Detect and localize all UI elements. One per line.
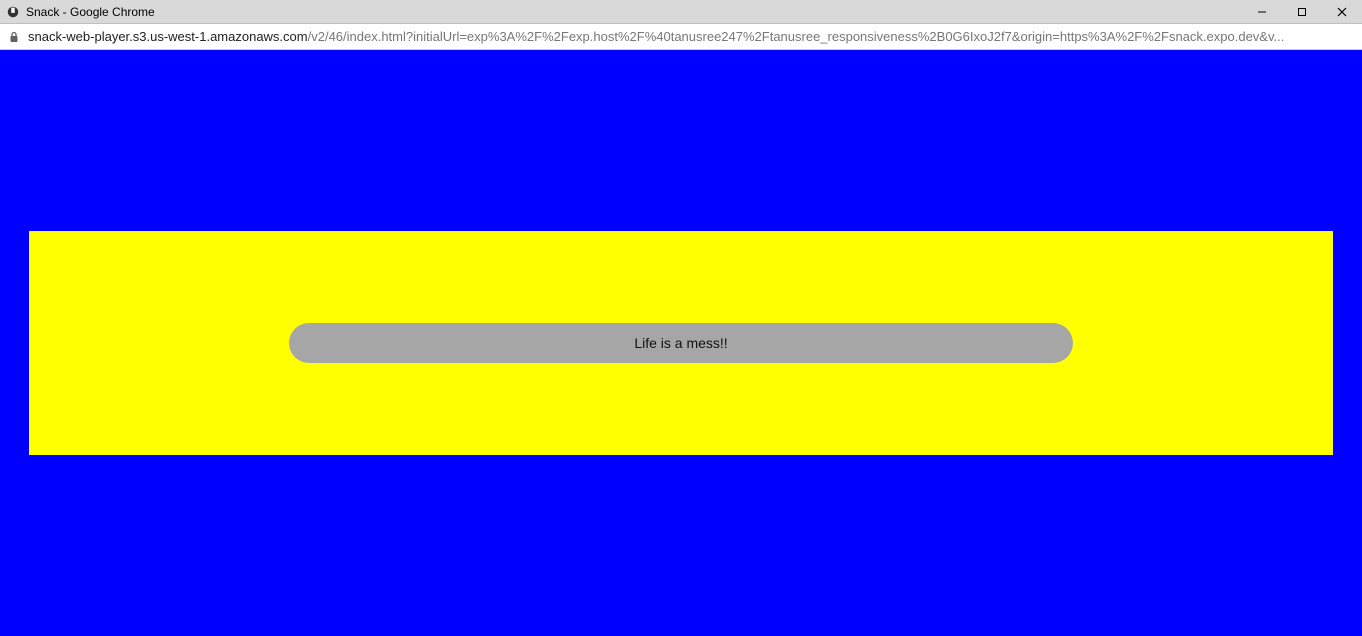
message-text: Life is a mess!! (634, 335, 727, 351)
lock-icon (8, 31, 20, 43)
message-pill[interactable]: Life is a mess!! (289, 323, 1073, 363)
window-controls (1242, 0, 1362, 23)
window-titlebar: Snack - Google Chrome (0, 0, 1362, 24)
yellow-panel: Life is a mess!! (29, 231, 1333, 455)
page-viewport: Life is a mess!! (0, 50, 1362, 636)
titlebar-left: Snack - Google Chrome (6, 5, 155, 19)
url-path: /v2/46/index.html?initialUrl=exp%3A%2F%2… (308, 29, 1285, 44)
app-icon (6, 5, 20, 19)
minimize-button[interactable] (1242, 0, 1282, 23)
maximize-button[interactable] (1282, 0, 1322, 23)
close-button[interactable] (1322, 0, 1362, 23)
address-bar[interactable]: snack-web-player.s3.us-west-1.amazonaws.… (0, 24, 1362, 50)
url-host: snack-web-player.s3.us-west-1.amazonaws.… (28, 29, 308, 44)
url-text: snack-web-player.s3.us-west-1.amazonaws.… (28, 29, 1354, 44)
window-title: Snack - Google Chrome (26, 5, 155, 19)
